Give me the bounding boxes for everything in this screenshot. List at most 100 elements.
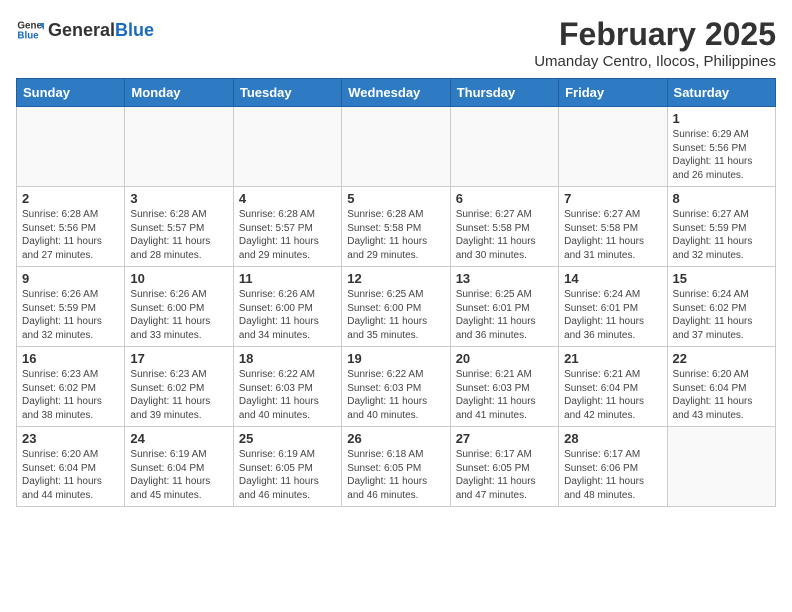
logo-blue: Blue — [115, 20, 154, 41]
weekday-header-saturday: Saturday — [667, 79, 775, 107]
day-number: 13 — [456, 271, 553, 286]
day-info: Sunrise: 6:28 AM Sunset: 5:56 PM Dayligh… — [22, 208, 119, 262]
day-info: Sunrise: 6:21 AM Sunset: 6:04 PM Dayligh… — [564, 368, 661, 422]
weekday-header-thursday: Thursday — [450, 79, 558, 107]
calendar-day: 25 Sunrise: 6:19 AM Sunset: 6:05 PM Dayli… — [233, 427, 341, 507]
calendar-day: 9 Sunrise: 6:26 AM Sunset: 5:59 PM Daylig… — [17, 267, 125, 347]
calendar-day: 7 Sunrise: 6:27 AM Sunset: 5:58 PM Daylig… — [559, 187, 667, 267]
day-number: 25 — [239, 431, 336, 446]
day-info: Sunrise: 6:24 AM Sunset: 6:01 PM Dayligh… — [564, 288, 661, 342]
day-info: Sunrise: 6:26 AM Sunset: 6:00 PM Dayligh… — [130, 288, 227, 342]
calendar-day: 6 Sunrise: 6:27 AM Sunset: 5:58 PM Daylig… — [450, 187, 558, 267]
weekday-header-wednesday: Wednesday — [342, 79, 450, 107]
day-number: 17 — [130, 351, 227, 366]
calendar-day: 15 Sunrise: 6:24 AM Sunset: 6:02 PM Dayli… — [667, 267, 775, 347]
day-number: 4 — [239, 191, 336, 206]
calendar-day: 13 Sunrise: 6:25 AM Sunset: 6:01 PM Dayli… — [450, 267, 558, 347]
calendar-day: 5 Sunrise: 6:28 AM Sunset: 5:58 PM Daylig… — [342, 187, 450, 267]
calendar-day: 17 Sunrise: 6:23 AM Sunset: 6:02 PM Dayli… — [125, 347, 233, 427]
day-info: Sunrise: 6:23 AM Sunset: 6:02 PM Dayligh… — [22, 368, 119, 422]
day-number: 16 — [22, 351, 119, 366]
calendar-day: 18 Sunrise: 6:22 AM Sunset: 6:03 PM Dayli… — [233, 347, 341, 427]
calendar-week-5: 23Sunrise: 6:20 AM Sunset: 6:04 PM Dayli… — [17, 427, 776, 507]
calendar-day: 24Sunrise: 6:19 AM Sunset: 6:04 PM Dayli… — [125, 427, 233, 507]
day-info: Sunrise: 6:28 AM Sunset: 5:57 PM Dayligh… — [130, 208, 227, 262]
day-info: Sunrise: 6:27 AM Sunset: 5:58 PM Dayligh… — [456, 208, 553, 262]
calendar-day: 16 Sunrise: 6:23 AM Sunset: 6:02 PM Dayli… — [17, 347, 125, 427]
day-number: 22 — [673, 351, 770, 366]
day-number: 12 — [347, 271, 444, 286]
page-header: General Blue GeneralBlue February 2025 U… — [16, 16, 776, 70]
day-info: Sunrise: 6:27 AM Sunset: 5:58 PM Dayligh… — [564, 208, 661, 262]
day-number: 26 — [347, 431, 444, 446]
day-number: 14 — [564, 271, 661, 286]
day-number: 21 — [564, 351, 661, 366]
calendar-day — [125, 107, 233, 187]
day-number: 3 — [130, 191, 227, 206]
calendar-day — [450, 107, 558, 187]
svg-text:Blue: Blue — [17, 30, 39, 41]
logo-general: General — [48, 20, 115, 41]
calendar-day: 11 Sunrise: 6:26 AM Sunset: 6:00 PM Dayli… — [233, 267, 341, 347]
day-info: Sunrise: 6:21 AM Sunset: 6:03 PM Dayligh… — [456, 368, 553, 422]
day-info: Sunrise: 6:28 AM Sunset: 5:58 PM Dayligh… — [347, 208, 444, 262]
month-title: February 2025 — [534, 16, 776, 53]
day-info: Sunrise: 6:25 AM Sunset: 6:00 PM Dayligh… — [347, 288, 444, 342]
day-number: 23 — [22, 431, 119, 446]
calendar-day: 23Sunrise: 6:20 AM Sunset: 6:04 PM Dayli… — [17, 427, 125, 507]
day-number: 11 — [239, 271, 336, 286]
calendar-day: 3 Sunrise: 6:28 AM Sunset: 5:57 PM Daylig… — [125, 187, 233, 267]
day-info: Sunrise: 6:17 AM Sunset: 6:06 PM Dayligh… — [564, 448, 661, 502]
day-info: Sunrise: 6:22 AM Sunset: 6:03 PM Dayligh… — [239, 368, 336, 422]
day-info: Sunrise: 6:27 AM Sunset: 5:59 PM Dayligh… — [673, 208, 770, 262]
day-number: 5 — [347, 191, 444, 206]
weekday-header-friday: Friday — [559, 79, 667, 107]
day-info: Sunrise: 6:20 AM Sunset: 6:04 PM Dayligh… — [673, 368, 770, 422]
day-info: Sunrise: 6:26 AM Sunset: 5:59 PM Dayligh… — [22, 288, 119, 342]
day-info: Sunrise: 6:26 AM Sunset: 6:00 PM Dayligh… — [239, 288, 336, 342]
day-number: 1 — [673, 111, 770, 126]
calendar-day — [559, 107, 667, 187]
calendar-day: 14 Sunrise: 6:24 AM Sunset: 6:01 PM Dayli… — [559, 267, 667, 347]
calendar-day — [233, 107, 341, 187]
calendar-day: 8 Sunrise: 6:27 AM Sunset: 5:59 PM Daylig… — [667, 187, 775, 267]
calendar-day: 19 Sunrise: 6:22 AM Sunset: 6:03 PM Dayli… — [342, 347, 450, 427]
calendar-day: 28 Sunrise: 6:17 AM Sunset: 6:06 PM Dayli… — [559, 427, 667, 507]
calendar-day — [667, 427, 775, 507]
day-info: Sunrise: 6:22 AM Sunset: 6:03 PM Dayligh… — [347, 368, 444, 422]
day-number: 6 — [456, 191, 553, 206]
day-number: 7 — [564, 191, 661, 206]
calendar-day: 1 Sunrise: 6:29 AM Sunset: 5:56 PM Daylig… — [667, 107, 775, 187]
weekday-header-sunday: Sunday — [17, 79, 125, 107]
calendar-week-4: 16 Sunrise: 6:23 AM Sunset: 6:02 PM Dayli… — [17, 347, 776, 427]
calendar-day: 21 Sunrise: 6:21 AM Sunset: 6:04 PM Dayli… — [559, 347, 667, 427]
calendar-day: 22 Sunrise: 6:20 AM Sunset: 6:04 PM Dayli… — [667, 347, 775, 427]
day-number: 28 — [564, 431, 661, 446]
day-info: Sunrise: 6:23 AM Sunset: 6:02 PM Dayligh… — [130, 368, 227, 422]
day-number: 19 — [347, 351, 444, 366]
day-number: 8 — [673, 191, 770, 206]
location-title: Umanday Centro, Ilocos, Philippines — [534, 53, 776, 70]
calendar-day — [342, 107, 450, 187]
day-info: Sunrise: 6:28 AM Sunset: 5:57 PM Dayligh… — [239, 208, 336, 262]
day-info: Sunrise: 6:18 AM Sunset: 6:05 PM Dayligh… — [347, 448, 444, 502]
day-number: 10 — [130, 271, 227, 286]
day-info: Sunrise: 6:17 AM Sunset: 6:05 PM Dayligh… — [456, 448, 553, 502]
calendar-day: 27Sunrise: 6:17 AM Sunset: 6:05 PM Dayli… — [450, 427, 558, 507]
weekday-header-tuesday: Tuesday — [233, 79, 341, 107]
day-number: 18 — [239, 351, 336, 366]
day-info: Sunrise: 6:25 AM Sunset: 6:01 PM Dayligh… — [456, 288, 553, 342]
calendar-week-3: 9 Sunrise: 6:26 AM Sunset: 5:59 PM Daylig… — [17, 267, 776, 347]
calendar-day — [17, 107, 125, 187]
calendar-week-2: 2Sunrise: 6:28 AM Sunset: 5:56 PM Daylig… — [17, 187, 776, 267]
day-number: 9 — [22, 271, 119, 286]
day-number: 15 — [673, 271, 770, 286]
day-info: Sunrise: 6:29 AM Sunset: 5:56 PM Dayligh… — [673, 128, 770, 182]
day-number: 24 — [130, 431, 227, 446]
day-info: Sunrise: 6:19 AM Sunset: 6:05 PM Dayligh… — [239, 448, 336, 502]
weekday-header-monday: Monday — [125, 79, 233, 107]
calendar-day: 2Sunrise: 6:28 AM Sunset: 5:56 PM Daylig… — [17, 187, 125, 267]
day-info: Sunrise: 6:24 AM Sunset: 6:02 PM Dayligh… — [673, 288, 770, 342]
title-block: February 2025 Umanday Centro, Ilocos, Ph… — [534, 16, 776, 70]
day-number: 20 — [456, 351, 553, 366]
